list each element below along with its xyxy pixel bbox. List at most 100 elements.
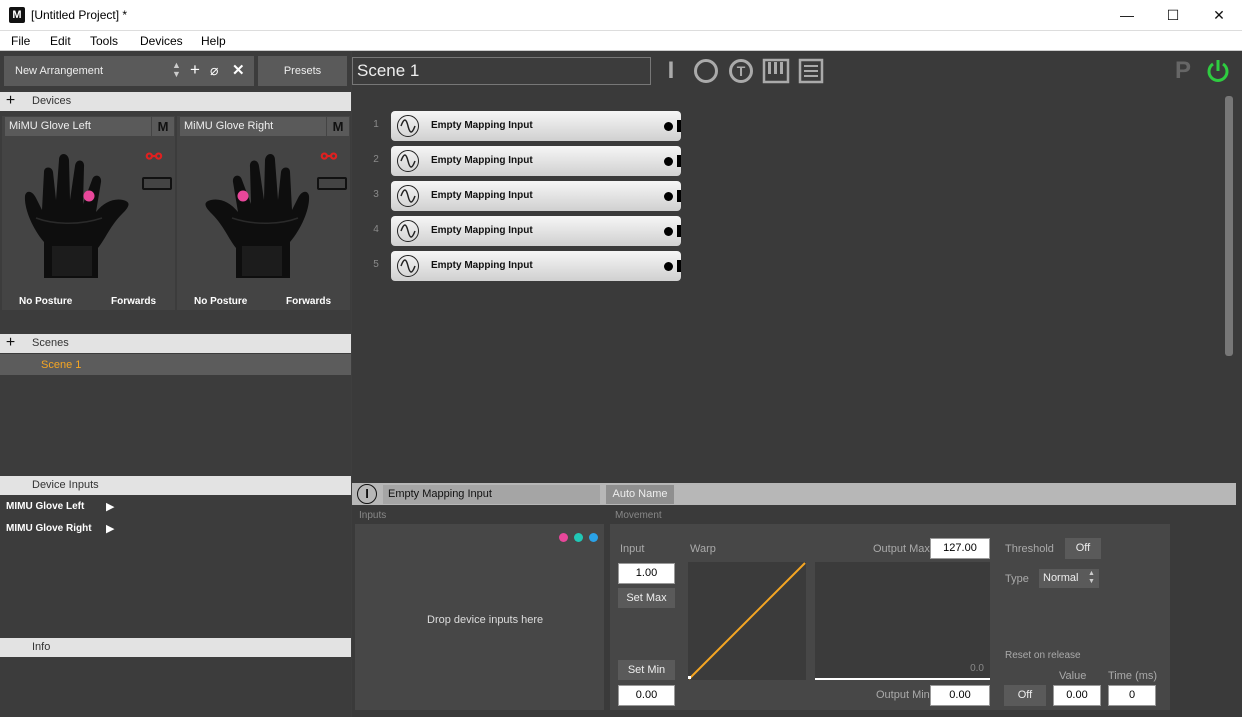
type-label: Type	[1005, 573, 1029, 585]
unlinked-icon: ⚯	[146, 147, 162, 168]
piano-icon[interactable]	[762, 57, 790, 85]
teal-dot-icon	[574, 533, 583, 542]
wave-icon	[397, 185, 419, 207]
row-number: 5	[373, 259, 379, 270]
expand-arrow-icon[interactable]: ▶	[106, 522, 114, 535]
list-icon[interactable]	[797, 57, 825, 85]
row-number: 4	[373, 224, 379, 235]
scrollbar[interactable]	[1225, 96, 1233, 356]
mapping-input-row[interactable]: 2 Empty Mapping Input	[369, 146, 689, 176]
app-logo-icon: M	[9, 7, 25, 23]
title-bar: M [Untitled Project] * — ☐ ✕	[0, 0, 1242, 31]
device-input-item[interactable]: MIMU Glove Right	[6, 523, 92, 534]
delete-arrangement-icon[interactable]: ✕	[232, 61, 245, 79]
reset-toggle[interactable]: Off	[1004, 685, 1046, 706]
mapping-input-row[interactable]: 5 Empty Mapping Input	[369, 251, 689, 281]
row-number: 3	[373, 189, 379, 200]
device-card-left[interactable]: MiMU Glove Left M ⚯ No Posture Forwards	[2, 116, 175, 310]
presets-button[interactable]: Presets	[258, 56, 347, 86]
mode-button[interactable]: M	[327, 117, 349, 136]
performance-mode-icon[interactable]: P	[1175, 57, 1191, 85]
battery-icon	[142, 177, 172, 190]
mapping-input-label: Empty Mapping Input	[431, 260, 533, 271]
orientation-label: Forwards	[111, 296, 157, 307]
value-label: Value	[1059, 670, 1087, 682]
warp-graph[interactable]	[688, 562, 806, 680]
output-port-icon[interactable]	[664, 262, 673, 271]
menu-help[interactable]: Help	[201, 34, 226, 48]
add-device-icon[interactable]: +	[3, 93, 18, 109]
inputs-drop-zone[interactable]: Drop device inputs here	[355, 524, 604, 710]
input-min-field[interactable]: 0.00	[618, 685, 675, 706]
type-value: Normal	[1043, 572, 1079, 584]
info-header: Info	[0, 638, 351, 657]
output-min-label: Output Min	[876, 689, 930, 701]
wave-icon	[397, 255, 419, 277]
device-input-item[interactable]: MIMU Glove Left	[6, 501, 84, 512]
output-port-icon[interactable]	[664, 157, 673, 166]
unlinked-icon: ⚯	[321, 147, 337, 168]
gesture-icon[interactable]: T	[727, 57, 755, 85]
set-min-button[interactable]: Set Min	[618, 660, 675, 680]
attach-icon[interactable]: ⌀	[210, 62, 218, 79]
power-icon[interactable]	[1205, 58, 1231, 84]
input-type-icon: I	[357, 484, 377, 504]
scene-list-item[interactable]: Scene 1	[0, 354, 351, 375]
right-glove-icon	[205, 154, 310, 278]
reset-value-field[interactable]: 0.00	[1053, 685, 1101, 706]
output-port-icon[interactable]	[664, 122, 673, 131]
arrangement-name: New Arrangement	[15, 65, 104, 77]
input-icon[interactable]: I	[657, 57, 685, 85]
updown-icon[interactable]: ▲ ▼	[172, 61, 181, 79]
window-title: [Untitled Project] *	[31, 8, 128, 22]
mapping-input-label: Empty Mapping Input	[431, 190, 533, 201]
wave-icon	[397, 220, 419, 242]
wave-icon	[397, 115, 419, 137]
arrangement-dropdown[interactable]: New Arrangement ▲ ▼ + ⌀ ✕	[4, 56, 254, 86]
output-port-icon[interactable]	[664, 192, 673, 201]
threshold-toggle[interactable]: Off	[1065, 538, 1101, 559]
set-max-button[interactable]: Set Max	[618, 588, 675, 608]
maximize-button[interactable]: ☐	[1150, 0, 1196, 31]
device-card-right[interactable]: MiMU Glove Right M ⚯ No Posture Forwards	[177, 116, 350, 310]
menu-devices[interactable]: Devices	[140, 34, 183, 48]
menu-tools[interactable]: Tools	[90, 34, 118, 48]
inputs-label: Inputs	[359, 510, 387, 521]
menu-edit[interactable]: Edit	[50, 34, 71, 48]
add-scene-icon[interactable]: +	[3, 335, 18, 351]
output-max-field[interactable]: 127.00	[930, 538, 990, 559]
scene-list-item-label: Scene 1	[41, 359, 82, 371]
mapping-input-label: Empty Mapping Input	[431, 225, 533, 236]
mapping-name-field[interactable]: Empty Mapping Input	[383, 485, 600, 504]
mode-button[interactable]: M	[152, 117, 174, 136]
orientation-label: Forwards	[286, 296, 332, 307]
pink-dot-icon	[559, 533, 568, 542]
output-port-icon[interactable]	[664, 227, 673, 236]
reset-on-release-label: Reset on release	[1005, 650, 1081, 661]
blue-dot-icon	[589, 533, 598, 542]
expand-arrow-icon[interactable]: ▶	[106, 500, 114, 513]
input-max-field[interactable]: 1.00	[618, 563, 675, 584]
output-graph: 0.0	[815, 562, 990, 680]
input-label: Input	[620, 543, 645, 555]
mapping-input-row[interactable]: 4 Empty Mapping Input	[369, 216, 689, 246]
circle-icon[interactable]	[692, 57, 720, 85]
menu-file[interactable]: File	[11, 34, 30, 48]
reset-time-field[interactable]: 0	[1108, 685, 1156, 706]
movement-label: Movement	[615, 510, 662, 521]
row-number: 1	[373, 119, 379, 130]
type-select[interactable]: Normal ▲ ▼	[1039, 569, 1099, 588]
mapping-input-row[interactable]: 1 Empty Mapping Input	[369, 111, 689, 141]
posture-label: No Posture	[194, 296, 248, 307]
minimize-button[interactable]: —	[1104, 0, 1150, 31]
output-min-field[interactable]: 0.00	[930, 685, 990, 706]
add-arrangement-icon[interactable]: +	[190, 60, 200, 80]
auto-name-button[interactable]: Auto Name	[606, 485, 674, 504]
mapping-input-row[interactable]: 3 Empty Mapping Input	[369, 181, 689, 211]
device-name: MiMU Glove Left	[5, 117, 151, 136]
close-button[interactable]: ✕	[1196, 0, 1242, 31]
scenes-header: + Scenes	[0, 334, 351, 353]
scene-name-field[interactable]: Scene 1	[352, 57, 651, 85]
warp-label: Warp	[690, 543, 716, 555]
info-header-label: Info	[32, 641, 51, 653]
